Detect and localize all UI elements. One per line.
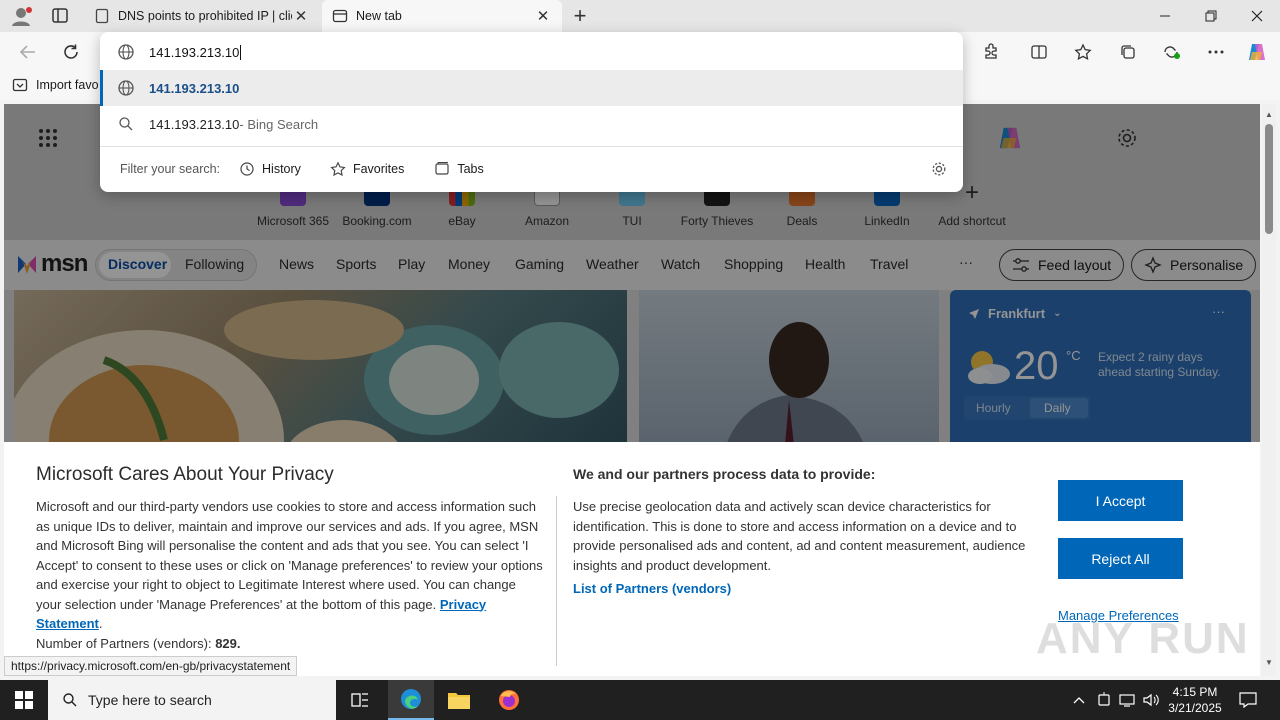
browser-essentials-icon[interactable] <box>1159 40 1185 64</box>
firefox-icon <box>499 690 519 710</box>
tab-label: DNS points to prohibited IP | clie <box>118 9 292 23</box>
volume-icon[interactable] <box>1140 680 1162 720</box>
partners-count-line: Number of Partners (vendors): 829. <box>36 634 241 654</box>
consent-body: Microsoft and our third-party vendors us… <box>36 499 543 631</box>
minimize-button[interactable] <box>1142 0 1188 32</box>
restore-button[interactable] <box>1188 0 1234 32</box>
taskbar-edge[interactable] <box>388 680 434 720</box>
privacy-consent-banner: Microsoft Cares About Your Privacy Micro… <box>4 442 1260 676</box>
title-bar: DNS points to prohibited IP | clie ✕ New… <box>0 0 1280 32</box>
tab-dns[interactable]: DNS points to prohibited IP | clie ✕ <box>84 0 320 32</box>
consent-body-text: Microsoft and our third-party vendors us… <box>36 499 543 612</box>
anyrun-watermark: ANY RUN <box>1036 614 1250 663</box>
search-icon <box>63 693 77 707</box>
taskbar-search-placeholder: Type here to search <box>88 692 212 708</box>
filter-row: Filter your search: History Favorites Ta… <box>100 150 963 188</box>
close-window-button[interactable] <box>1234 0 1280 32</box>
vendors-link[interactable]: List of Partners (vendors) <box>573 581 731 596</box>
chevron-up-icon <box>1073 697 1085 704</box>
search-icon <box>118 116 134 132</box>
notification-button[interactable] <box>1232 680 1264 720</box>
device-icon[interactable] <box>1094 680 1114 720</box>
collections-icon[interactable] <box>1115 40 1141 64</box>
suggestion-search[interactable]: 141.193.213.10 - Bing Search <box>100 106 963 142</box>
notification-icon <box>1239 692 1257 708</box>
status-url: https://privacy.microsoft.com/en-gb/priv… <box>4 656 298 676</box>
document-icon <box>94 8 110 24</box>
tab-actions-icon[interactable] <box>50 7 70 25</box>
filter-history-label: History <box>262 162 301 176</box>
consent-right-body: Use precise geolocation data and activel… <box>573 499 1026 573</box>
globe-icon <box>117 43 135 61</box>
import-label: Import favo <box>36 78 99 92</box>
task-view-button[interactable] <box>338 680 382 720</box>
taskbar-search-box[interactable]: Type here to search <box>48 680 336 720</box>
show-hidden-icons[interactable] <box>1068 680 1090 720</box>
clock-time: 4:15 PM <box>1172 685 1218 699</box>
search-settings-icon[interactable] <box>931 161 947 177</box>
import-icon <box>12 77 28 93</box>
partners-label: Number of Partners (vendors): <box>36 636 212 651</box>
taskbar: Type here to search 4:15 PM 3/21/2025 <box>0 680 1280 720</box>
dropdown-divider <box>100 146 963 147</box>
consent-title: Microsoft Cares About Your Privacy <box>36 464 334 485</box>
scroll-up-arrow[interactable]: ▲ <box>1265 110 1273 119</box>
suggestion-url[interactable]: 141.193.213.10 <box>100 70 963 106</box>
start-button[interactable] <box>0 680 48 720</box>
scroll-down-arrow[interactable]: ▼ <box>1265 658 1273 667</box>
task-view-icon <box>351 693 368 707</box>
close-tab-icon[interactable]: ✕ <box>292 7 310 25</box>
split-screen-icon[interactable] <box>1026 40 1052 64</box>
import-favorites-button[interactable]: Import favo <box>12 77 99 93</box>
filter-tabs-label: Tabs <box>457 162 484 176</box>
refresh-icon[interactable] <box>58 40 84 64</box>
filter-favorites[interactable]: Favorites <box>330 161 404 177</box>
folder-icon <box>448 693 470 709</box>
filter-history[interactable]: History <box>239 161 301 177</box>
filter-favorites-label: Favorites <box>352 162 405 176</box>
consent-divider <box>556 496 557 666</box>
tabs-icon <box>435 162 449 175</box>
tab-label: New tab <box>356 9 402 23</box>
reject-all-button[interactable]: Reject All <box>1058 538 1183 579</box>
tab-new-tab[interactable]: New tab ✕ <box>322 0 562 32</box>
extensions-icon[interactable] <box>978 40 1004 64</box>
filter-label: Filter your search: <box>120 162 221 176</box>
taskbar-firefox[interactable] <box>486 680 532 720</box>
profile-icon[interactable] <box>10 5 34 27</box>
address-input[interactable]: 141.193.213.10 <box>149 44 242 60</box>
windows-icon <box>15 691 33 709</box>
clock[interactable]: 4:15 PM 3/21/2025 <box>1164 680 1226 720</box>
more-options-icon[interactable] <box>1203 40 1229 64</box>
address-bar[interactable]: 141.193.213.10 <box>100 34 963 70</box>
suggestion-url-text: 141.193.213.10 <box>149 80 240 96</box>
page-scrollbar[interactable]: ▲ ▼ <box>1262 104 1276 676</box>
partners-count: 829. <box>215 636 241 651</box>
accept-button[interactable]: I Accept <box>1058 480 1183 521</box>
clock-date: 3/21/2025 <box>1168 701 1222 715</box>
newtab-icon <box>332 8 348 24</box>
copilot-icon[interactable] <box>1244 40 1270 64</box>
star-icon <box>330 161 346 177</box>
back-icon[interactable] <box>15 40 41 64</box>
suggestion-search-suffix: - Bing Search <box>239 116 319 132</box>
edge-icon <box>401 689 421 709</box>
new-tab-button[interactable]: + <box>568 2 592 30</box>
suggestion-search-query: 141.193.213.10 <box>149 116 240 132</box>
scroll-thumb[interactable] <box>1265 124 1273 234</box>
globe-icon <box>117 79 135 97</box>
taskbar-file-explorer[interactable] <box>436 680 482 720</box>
filter-tabs[interactable]: Tabs <box>434 161 484 177</box>
network-icon[interactable] <box>1116 680 1138 720</box>
address-bar-dropdown: 141.193.213.10 141.193.213.10 141.193.21… <box>100 32 963 192</box>
history-icon <box>240 162 254 176</box>
consent-right-title: We and our partners process data to prov… <box>573 466 876 482</box>
favorites-icon[interactable] <box>1070 40 1096 64</box>
close-tab-icon[interactable]: ✕ <box>534 7 552 25</box>
